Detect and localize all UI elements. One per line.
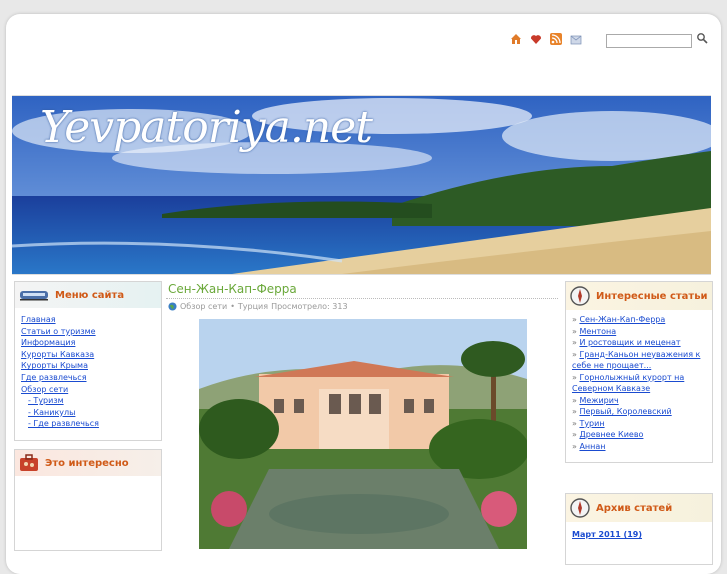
site-menu-list: Главная Статьи о туризме Информация Куро… xyxy=(21,314,161,430)
article-link[interactable]: Древнее Киево xyxy=(579,430,643,439)
interesting-articles-header: Интересные статьи xyxy=(566,282,712,310)
home-icon[interactable] xyxy=(510,33,522,45)
menu-subitem-holidays[interactable]: - Каникулы xyxy=(28,408,75,417)
site-menu-header: Меню сайта xyxy=(15,282,161,308)
post-meta-separator: • xyxy=(230,302,235,311)
rss-icon[interactable] xyxy=(550,33,562,45)
archive-header: Архив статей xyxy=(566,494,712,522)
post-tag[interactable]: Турция xyxy=(238,302,268,311)
article-link[interactable]: Горнолыжный курорт на Северном Кавказе xyxy=(572,373,684,394)
site-menu-title: Меню сайта xyxy=(55,289,125,301)
archive-box: Архив статей Март 2011 (19) xyxy=(565,493,713,565)
interesting-header: Это интересно xyxy=(15,450,161,476)
article-link[interactable]: Турин xyxy=(579,419,604,428)
interesting-articles-title: Интересные статьи xyxy=(596,290,708,302)
article-link[interactable]: Первый, Королевский xyxy=(579,407,671,416)
interesting-articles-list: » Сен-Жан-Кап-Ферра » Ментона » И ростов… xyxy=(572,315,701,451)
post-divider xyxy=(166,298,558,299)
menu-item-network-review[interactable]: Обзор сети xyxy=(21,385,68,394)
mail-icon[interactable] xyxy=(570,33,582,45)
archive-month-link[interactable]: Март 2011 (19) xyxy=(572,530,642,539)
article-link[interactable]: Межирич xyxy=(579,396,618,405)
menu-item-information[interactable]: Информация xyxy=(21,338,75,347)
compass-icon xyxy=(570,498,590,518)
interesting-title: Это интересно xyxy=(45,457,129,469)
globe-icon xyxy=(168,302,177,311)
article-link[interactable]: Гранд-Каньон неуважения к себе не прощае… xyxy=(572,350,700,371)
top-icon-bar xyxy=(510,33,582,45)
compass-icon xyxy=(570,286,590,306)
interesting-box: Это интересно xyxy=(14,449,162,551)
header-banner: Yevpatoriya.net xyxy=(12,95,711,275)
post-title[interactable]: Сен-Жан-Кап-Ферра xyxy=(168,282,297,296)
article-link[interactable]: Ментона xyxy=(579,327,616,336)
menu-item-entertainment[interactable]: Где развлечься xyxy=(21,373,87,382)
menu-subitem-entertainment[interactable]: - Где развлечься xyxy=(28,419,99,428)
archive-title: Архив статей xyxy=(596,502,673,514)
menu-item-caucasus-resorts[interactable]: Курорты Кавказа xyxy=(21,350,94,359)
article-link[interactable]: Аннан xyxy=(579,442,605,451)
menu-item-home[interactable]: Главная xyxy=(21,315,56,324)
site-logo-title[interactable]: Yevpatoriya.net xyxy=(40,102,373,153)
post-views: Просмотрело: 313 xyxy=(271,302,348,311)
menu-item-tourism-articles[interactable]: Статьи о туризме xyxy=(21,327,96,336)
villa-photo xyxy=(199,319,527,549)
favorite-heart-icon[interactable] xyxy=(530,33,542,45)
article-link[interactable]: Сен-Жан-Кап-Ферра xyxy=(579,315,665,324)
train-icon xyxy=(20,291,48,301)
post-meta: Обзор сети • Турция Просмотрело: 313 xyxy=(168,302,348,311)
interesting-articles-box: Интересные статьи » Сен-Жан-Кап-Ферра » … xyxy=(565,281,713,463)
menu-subitem-tourism[interactable]: - Туризм xyxy=(28,396,64,405)
article-link[interactable]: И ростовщик и меценат xyxy=(579,338,680,347)
menu-item-crimea-resorts[interactable]: Курорты Крыма xyxy=(21,361,88,370)
suitcase-icon xyxy=(20,454,38,471)
archive-item: Март 2011 (19) xyxy=(572,530,712,539)
site-menu-box: Меню сайта Главная Статьи о туризме Инфо… xyxy=(14,281,162,441)
search-input[interactable] xyxy=(606,34,692,48)
post-category[interactable]: Обзор сети xyxy=(180,302,227,311)
search-icon[interactable] xyxy=(696,32,708,44)
